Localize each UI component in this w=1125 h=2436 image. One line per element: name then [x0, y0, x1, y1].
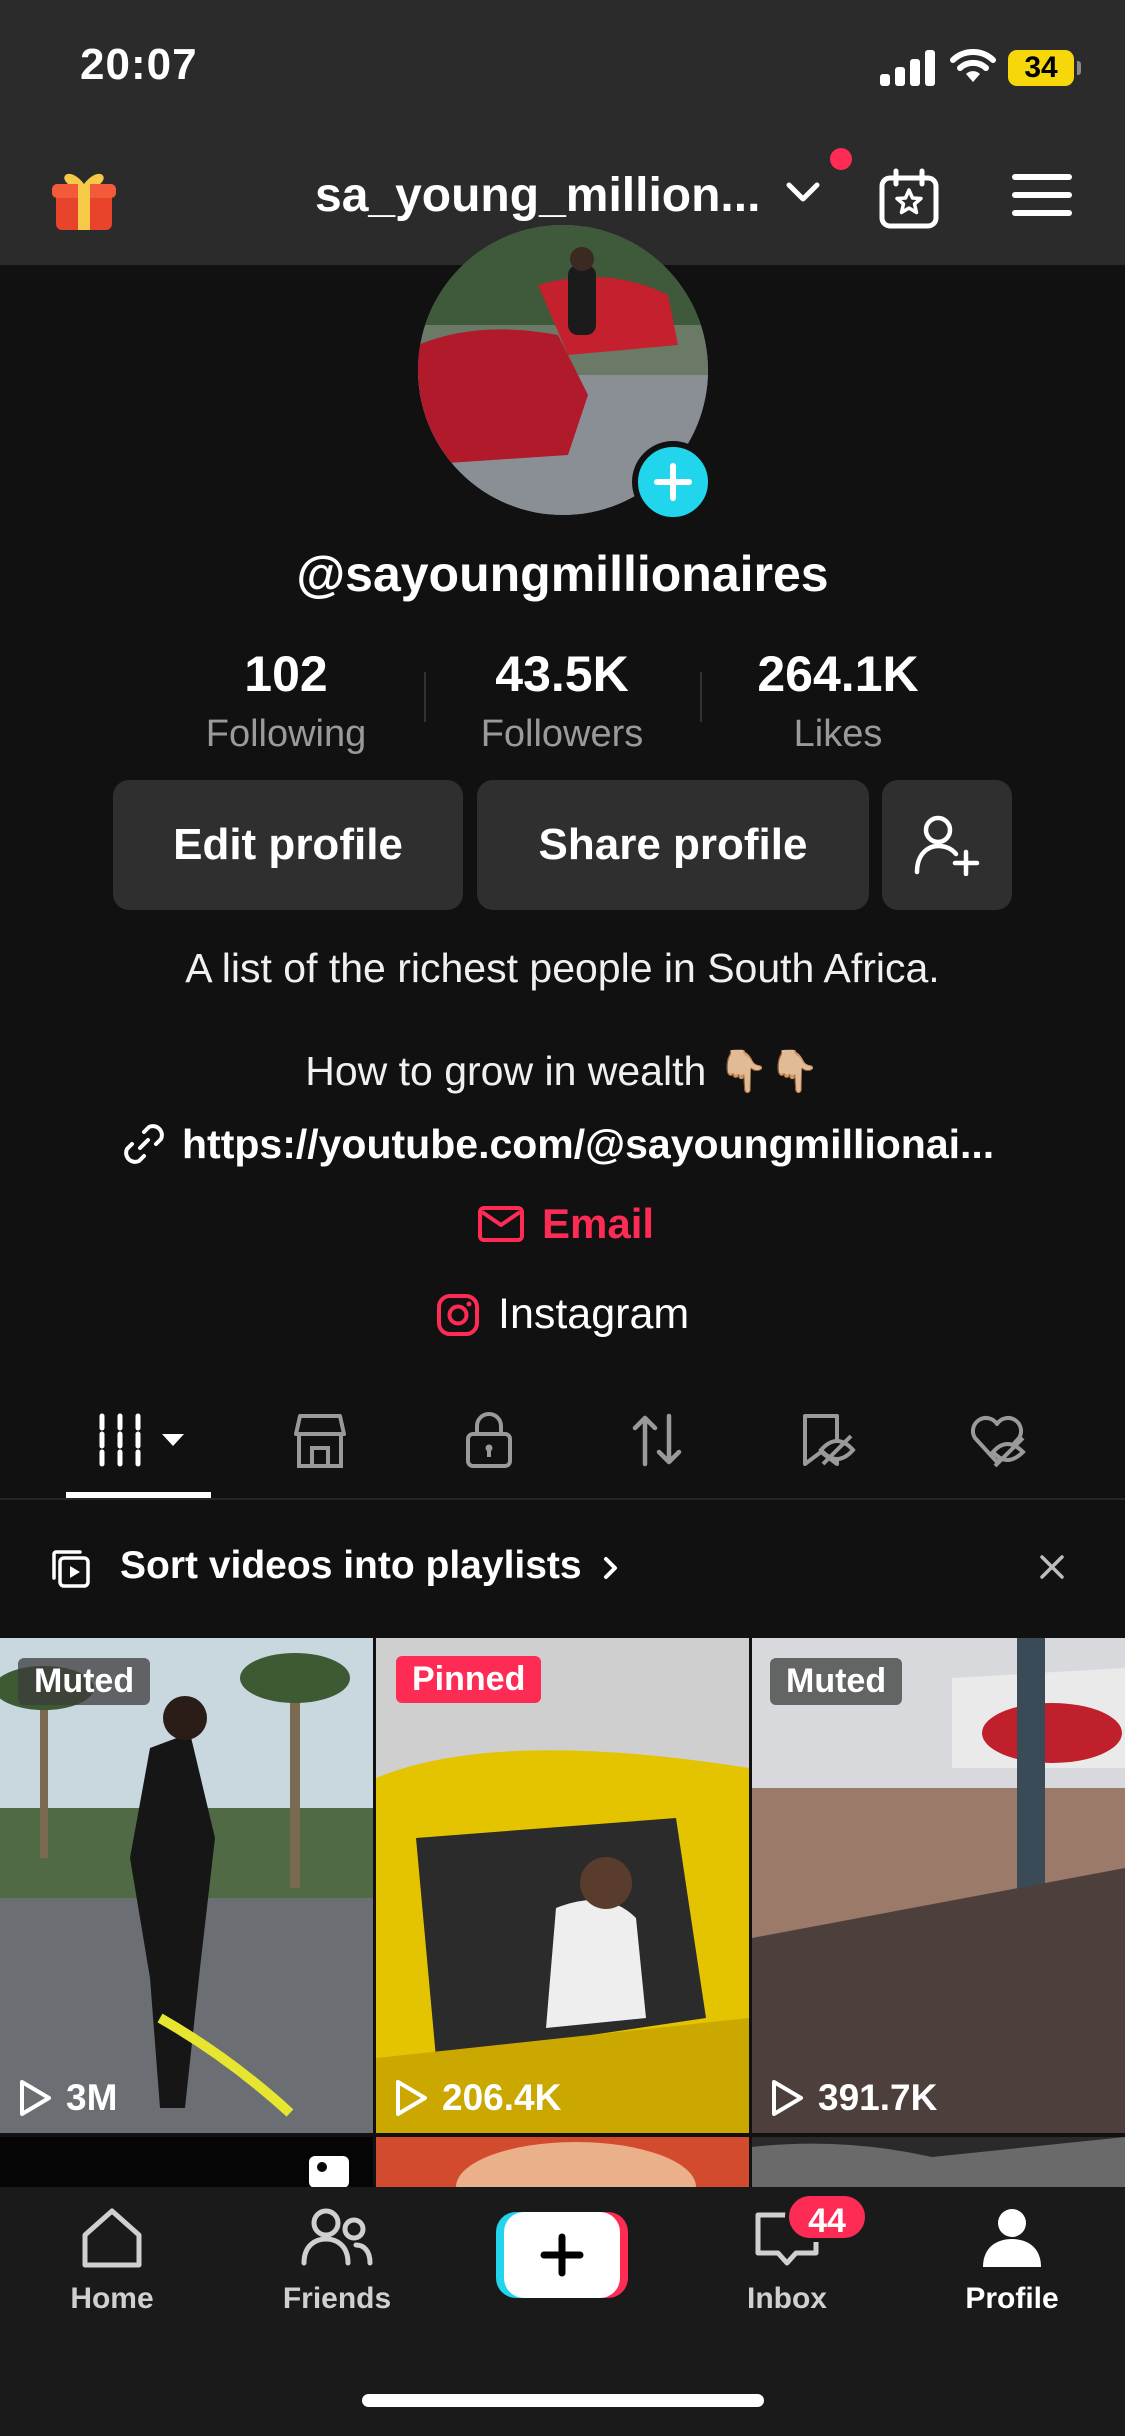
video-tile[interactable] — [376, 2137, 749, 2187]
profile-icon — [983, 2209, 1041, 2267]
view-count-text: 206.4K — [442, 2077, 562, 2118]
home-icon — [82, 2208, 142, 2268]
play-icon — [20, 2080, 51, 2116]
nav-label: Inbox — [747, 2282, 827, 2315]
stat-value: 264.1K — [757, 646, 919, 702]
link-text: https://youtube.com/@sayoungmillionai... — [182, 1120, 995, 1167]
status-time: 20:07 — [80, 40, 198, 89]
gift-icon[interactable] — [48, 162, 120, 234]
playlist-prompt-label: Sort videos into playlists — [120, 1544, 582, 1587]
video-tile[interactable] — [752, 2137, 1125, 2187]
notification-dot — [830, 148, 852, 170]
bio-line: A list of the richest people in South Af… — [185, 945, 940, 991]
nav-label: Profile — [965, 2282, 1059, 2315]
divider — [700, 672, 702, 722]
liked-hidden-icon[interactable] — [962, 1410, 1032, 1470]
share-profile-button[interactable]: Share profile — [477, 780, 869, 910]
videos-icon[interactable] — [96, 1410, 196, 1470]
stat-likes[interactable]: 264.1K Likes — [718, 645, 958, 756]
cellular-signal-icon — [880, 50, 938, 86]
view-count: 3M — [18, 2077, 117, 2119]
view-count: 391.7K — [770, 2077, 937, 2119]
bio-line: How to grow in wealth 👇🏼👇🏼 — [305, 1048, 820, 1094]
stat-label: Likes — [793, 713, 883, 755]
stat-following[interactable]: 102 Following — [166, 645, 406, 756]
stat-value: 43.5K — [495, 646, 629, 702]
view-count: 206.4K — [394, 2077, 561, 2119]
chevron-right-icon — [604, 1556, 618, 1579]
play-icon — [772, 2080, 803, 2116]
instagram-link[interactable]: Instagram — [436, 1290, 689, 1339]
view-count-text: 3M — [66, 2077, 118, 2118]
add-friend-button[interactable] — [882, 780, 1012, 910]
muted-badge: Muted — [770, 1658, 903, 1705]
pinned-badge: Pinned — [396, 1656, 542, 1703]
friends-icon — [301, 2208, 373, 2266]
email-link[interactable]: Email — [478, 1200, 654, 1248]
home-indicator — [362, 2394, 764, 2407]
email-icon — [478, 1206, 524, 1242]
favorites-hidden-icon[interactable] — [792, 1410, 862, 1470]
view-count-text: 391.7K — [818, 2077, 938, 2118]
profile-link[interactable]: https://youtube.com/@sayoungmillionai... — [120, 1120, 994, 1168]
calendar-star-icon[interactable] — [878, 168, 940, 230]
video-tile[interactable]: Pinned 206.4K — [376, 1638, 749, 2133]
video-thumbnail — [456, 2142, 696, 2187]
nav-profile[interactable]: Profile — [932, 2205, 1092, 2316]
playlist-icon — [52, 1550, 90, 1588]
video-thumbnail — [752, 2137, 1125, 2187]
nav-friends[interactable]: Friends — [257, 2205, 417, 2316]
video-thumbnail — [0, 1638, 373, 2133]
inbox-badge: 44 — [785, 2192, 869, 2242]
link-icon — [124, 1124, 164, 1164]
menu-icon[interactable] — [1012, 172, 1072, 218]
video-tile[interactable]: Muted 391.7K — [752, 1638, 1125, 2133]
video-tile[interactable] — [0, 2137, 373, 2187]
photo-icon — [309, 2156, 349, 2187]
edit-profile-button[interactable]: Edit profile — [113, 780, 463, 910]
stat-followers[interactable]: 43.5K Followers — [442, 645, 682, 756]
create-button[interactable] — [496, 2212, 628, 2298]
video-thumbnail — [376, 1638, 749, 2133]
play-icon — [396, 2080, 427, 2116]
stat-label: Following — [205, 713, 367, 755]
email-label: Email — [542, 1200, 655, 1247]
video-thumbnail — [752, 1638, 1125, 2133]
nav-label: Friends — [282, 2282, 392, 2315]
wifi-icon — [950, 49, 996, 82]
nav-label: Home — [70, 2282, 154, 2315]
muted-badge: Muted — [18, 1658, 151, 1705]
account-username[interactable]: sa_young_million... — [315, 168, 760, 223]
instagram-label: Instagram — [498, 1290, 690, 1338]
profile-handle: @sayoungmillionaires — [296, 546, 829, 602]
chevron-down-icon[interactable] — [785, 180, 821, 206]
add-user-icon — [914, 815, 980, 876]
stat-label: Followers — [480, 713, 644, 755]
close-icon[interactable] — [1037, 1552, 1067, 1582]
add-avatar-button[interactable] — [632, 441, 714, 523]
repost-icon[interactable] — [622, 1410, 692, 1470]
active-tab-indicator — [66, 1492, 211, 1498]
divider — [424, 672, 426, 722]
nav-home[interactable]: Home — [32, 2205, 192, 2316]
lock-icon[interactable] — [454, 1410, 524, 1470]
instagram-icon — [437, 1293, 479, 1336]
playlist-prompt-text[interactable]: Sort videos into playlists — [120, 1544, 624, 1588]
video-tile[interactable]: Muted 3M — [0, 1638, 373, 2133]
battery-indicator: 34 — [1008, 50, 1081, 86]
stat-value: 102 — [244, 646, 328, 702]
shop-icon[interactable] — [285, 1410, 355, 1470]
